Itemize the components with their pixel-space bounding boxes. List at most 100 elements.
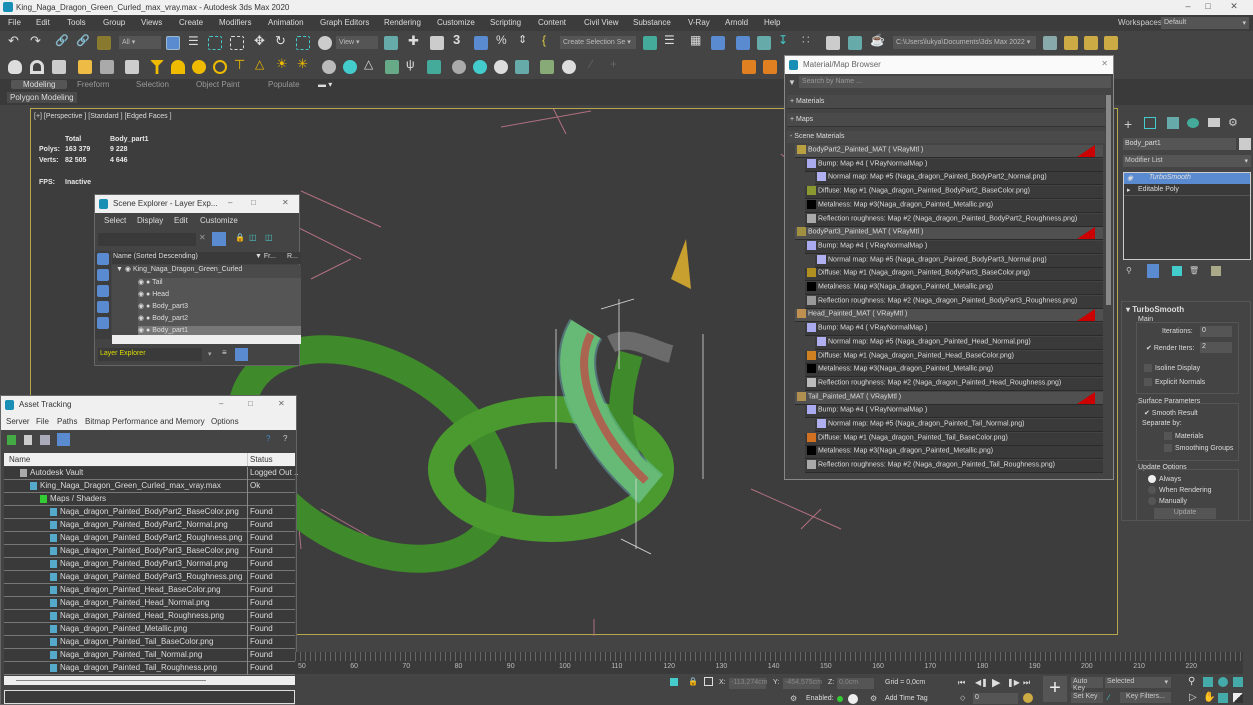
spinner-snap-icon[interactable]: ⇕ xyxy=(518,33,532,47)
ribbon-toggle-icon[interactable] xyxy=(736,36,750,50)
at-row[interactable]: Naga_dragon_Painted_BodyPart2_Normal.png… xyxy=(4,519,295,532)
se-menu-edit[interactable]: Edit xyxy=(174,216,188,225)
refresh-icon[interactable] xyxy=(7,435,16,445)
menu-edit[interactable]: Edit xyxy=(36,18,50,27)
vray-scatter-icon[interactable]: ψ xyxy=(406,57,420,71)
table-view-icon[interactable] xyxy=(57,433,70,446)
x-coordinate-field[interactable]: -113,274cm xyxy=(729,678,767,689)
map-row[interactable]: Bump: Map #4 ( VRayNormalMap ) xyxy=(805,158,1103,172)
lock-icon[interactable]: 🔒 xyxy=(235,233,245,242)
menu-rendering[interactable]: Rendering xyxy=(384,18,421,27)
z-coordinate-field[interactable]: 0,0cm xyxy=(837,678,874,689)
se-search-input[interactable] xyxy=(98,233,196,246)
pin-stack-icon[interactable]: ⚲ xyxy=(1126,266,1132,275)
at-row[interactable]: Naga_dragon_Painted_BodyPart2_BaseColor.… xyxy=(4,506,295,519)
eye-icon[interactable]: ◉ xyxy=(138,315,144,322)
teapot-icon[interactable] xyxy=(8,60,22,74)
menu-help[interactable]: Help xyxy=(764,18,780,27)
scene-explorer-titlebar[interactable]: Scene Explorer - Layer Exp... – □ ✕ xyxy=(95,195,299,213)
map-row[interactable]: Reflection roughness: Map #2 (Naga_drago… xyxy=(805,460,1103,474)
at-column-status[interactable]: Status xyxy=(250,455,273,464)
select-by-name-icon[interactable]: ☰ xyxy=(188,34,202,48)
vray-logo-icon[interactable] xyxy=(562,60,576,74)
close-button[interactable]: ✕ xyxy=(282,198,289,207)
iterations-spinner[interactable]: 0 xyxy=(1200,326,1232,337)
map-row[interactable]: Diffuse: Map #1 (Naga_dragon_Painted_Bod… xyxy=(805,186,1103,200)
se-horizontal-scrollbar[interactable] xyxy=(112,335,301,344)
multi-material-icon[interactable] xyxy=(473,60,487,74)
add-time-tag-button[interactable]: Add Time Tag xyxy=(885,695,928,702)
eye-icon[interactable]: ◉ xyxy=(1127,174,1133,182)
se-column-render[interactable]: R... xyxy=(287,253,298,260)
next-frame-icon[interactable]: ❚▶ xyxy=(1007,678,1020,687)
map-row[interactable]: Bump: Map #4 ( VRayNormalMap ) xyxy=(805,240,1103,254)
at-row[interactable]: Naga_dragon_Painted_Tail_BaseColor.png Fo… xyxy=(4,636,295,649)
previous-frame-icon[interactable]: ◀❚ xyxy=(975,678,988,687)
motion-tab-icon[interactable] xyxy=(1187,118,1199,128)
at-path-field[interactable] xyxy=(4,690,295,704)
mmb-section-materials[interactable]: + Materials xyxy=(787,95,1105,109)
list-view-icon[interactable] xyxy=(24,435,32,445)
layer-explorer-icon[interactable] xyxy=(711,36,725,50)
eye-icon[interactable]: ◉ xyxy=(138,327,144,334)
zoom-extents-icon[interactable] xyxy=(1218,677,1228,687)
percent-snap-icon[interactable]: % xyxy=(496,33,510,47)
menu-create[interactable]: Create xyxy=(179,18,203,27)
at-row[interactable]: Naga_dragon_Painted_Tail_Normal.png Found xyxy=(4,649,295,662)
at-row[interactable]: Autodesk Vault Logged Out .. xyxy=(4,467,298,480)
rectangular-selection-icon[interactable] xyxy=(208,36,222,50)
maximize-button[interactable]: □ xyxy=(248,399,253,408)
mmb-titlebar[interactable]: Material/Map Browser ✕ xyxy=(785,56,1113,74)
snaps-toggle-icon[interactable]: 3 xyxy=(453,32,467,47)
vray-mesh-light-icon[interactable] xyxy=(213,60,227,74)
tab-selection[interactable]: Selection xyxy=(136,80,169,89)
se-menu-display[interactable]: Display xyxy=(137,216,163,225)
scale-icon[interactable] xyxy=(296,36,310,50)
menu-views[interactable]: Views xyxy=(141,18,162,27)
tab-object-paint[interactable]: Object Paint xyxy=(196,80,240,89)
eye-icon[interactable]: ◉ xyxy=(138,291,144,298)
set-key-big-button[interactable]: + xyxy=(1043,676,1067,702)
create-project-icon[interactable] xyxy=(1084,36,1098,50)
map-row[interactable]: Normal map: Map #5 (Naga_dragon_Painted_… xyxy=(815,254,1103,268)
physical-camera-icon[interactable] xyxy=(125,60,139,74)
modifier-list-dropdown[interactable]: Modifier List ▾ xyxy=(1123,155,1251,167)
menu-vray[interactable]: V-Ray xyxy=(688,18,710,27)
workspaces-dropdown[interactable]: Default ▾ xyxy=(1161,17,1249,29)
at-row[interactable]: Naga_dragon_Painted_BodyPart3_BaseColor.… xyxy=(4,545,295,558)
vray-ies-light-icon[interactable]: ⊤ xyxy=(234,57,248,72)
render-iters-spinner[interactable]: 2 xyxy=(1200,342,1232,353)
separate-materials-checkbox[interactable]: Materials xyxy=(1164,432,1203,440)
map-row[interactable]: Reflection roughness: Map #2 (Naga_drago… xyxy=(805,295,1103,309)
se-menu-customize[interactable]: Customize xyxy=(200,216,238,225)
bind-space-warp-icon[interactable] xyxy=(97,36,111,50)
configure-modifier-sets-icon[interactable] xyxy=(1211,266,1221,276)
bake-icon[interactable] xyxy=(540,60,554,74)
menu-scripting[interactable]: Scripting xyxy=(490,18,521,27)
fp-icon[interactable] xyxy=(742,60,756,74)
update-always-radio[interactable]: Always xyxy=(1148,475,1181,483)
remove-modifier-icon[interactable]: 🗑 xyxy=(1189,266,1199,275)
hierarchy-view-icon[interactable] xyxy=(235,348,248,361)
highlight-help-icon[interactable]: ? xyxy=(283,434,287,443)
absolute-mode-icon[interactable] xyxy=(704,677,713,686)
camera-icon[interactable] xyxy=(100,60,114,74)
smooth-result-checkbox[interactable]: ✔ Smooth Result xyxy=(1144,409,1198,417)
make-unique-icon[interactable] xyxy=(1172,266,1182,276)
at-menu-file[interactable]: File xyxy=(36,417,49,426)
tab-populate[interactable]: Populate xyxy=(268,80,300,89)
map-row[interactable]: Metalness: Map #3(Naga_dragon_Painted_Me… xyxy=(805,199,1103,213)
explorer-type-dropdown[interactable]: Layer Explorer xyxy=(98,348,202,361)
box-icon[interactable] xyxy=(52,60,66,74)
vray-clipper-icon[interactable] xyxy=(385,60,399,74)
scene-explorer-icon[interactable]: ▦ xyxy=(690,33,704,47)
update-button[interactable]: Update xyxy=(1154,508,1216,519)
map-row[interactable]: Diffuse: Map #1 (Naga_dragon_Painted_Bod… xyxy=(805,268,1103,282)
light-icon[interactable] xyxy=(78,60,92,74)
menu-arnold[interactable]: Arnold xyxy=(725,18,748,27)
play-icon[interactable]: ▶ xyxy=(992,676,1000,689)
show-end-result-icon[interactable] xyxy=(1147,264,1159,278)
map-row[interactable]: Bump: Map #4 ( VRayNormalMap ) xyxy=(805,405,1103,419)
display-tab-icon[interactable] xyxy=(1208,118,1220,127)
orbit-icon[interactable] xyxy=(1218,693,1228,703)
